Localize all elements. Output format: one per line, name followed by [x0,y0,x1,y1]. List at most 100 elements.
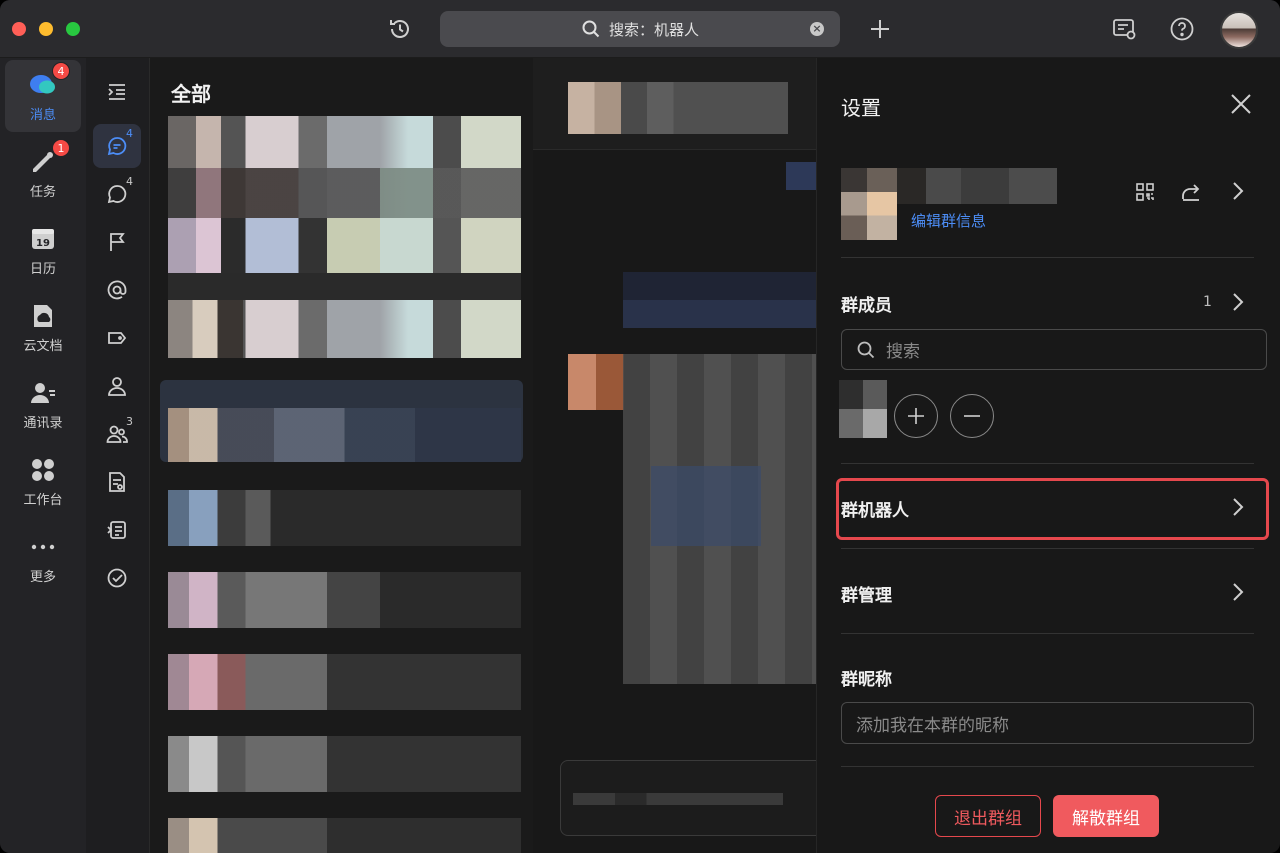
nav-label: 日历 [29,261,56,277]
group-avatar-detail [867,168,897,240]
group-bots-label[interactable]: 群机器人 [841,496,909,521]
nickname-placeholder: 添加我在本群的昵称 [856,715,1009,736]
composer-text [573,793,783,805]
edit-group-info-link[interactable]: 编辑群信息 [911,210,986,231]
notice-icon[interactable] [1110,15,1138,43]
chevron-right-icon[interactable] [1227,496,1249,518]
group-members-count: 1 [1203,294,1212,310]
plus-icon [908,408,924,424]
share-icon[interactable] [1179,180,1203,204]
clear-icon[interactable]: × [810,22,824,36]
dissolve-group-button[interactable]: 解散群组 [1053,795,1159,837]
chat-list-item[interactable] [168,654,521,710]
nav-item-tasks[interactable]: 1 任务 [5,137,81,209]
exit-group-button[interactable]: 退出群组 [935,795,1041,837]
search-icon [856,340,876,360]
group-settings-panel: 设置 编辑群信息 群成员 1 搜索 群机器人 群管理 群昵称 添加我在本群的昵称… [816,58,1280,853]
chat-list-item [168,408,521,462]
message-icon: 4 [28,61,70,100]
app-window: 搜索：机器人 × 4 消息 1 任务 19 日历 云文档 通讯录 工作台 更多 … [0,0,1280,853]
at-icon[interactable] [93,268,141,312]
topic-icon[interactable] [93,508,141,552]
plus-icon[interactable] [866,15,894,43]
search-query-text: 搜索：机器人 [608,20,699,39]
close-window-button[interactable] [12,22,26,36]
settings-title: 设置 [841,96,881,120]
unread-icon[interactable]: 4 [93,172,141,216]
chat-list-item[interactable] [168,572,521,628]
messages-badge: 4 [52,61,70,80]
nav-item-calendar[interactable]: 19 日历 [5,214,81,286]
expand-icon[interactable] [93,70,141,114]
member-avatar-detail [863,380,887,438]
nav-label: 通讯录 [23,415,63,431]
chat-list-item[interactable] [168,736,521,792]
nav-label: 云文档 [23,338,63,354]
chevron-right-icon[interactable] [1227,581,1249,603]
svg-text:19: 19 [36,238,50,249]
group-nickname-input[interactable]: 添加我在本群的昵称 [841,702,1254,744]
flag-icon[interactable] [93,220,141,264]
task-icon: 1 [28,138,70,177]
message-bubble [623,272,816,328]
close-icon[interactable] [1229,92,1253,116]
member-search-placeholder: 搜索 [886,342,920,362]
minus-icon [964,415,980,417]
maximize-window-button[interactable] [66,22,80,36]
chat-list-title: 全部 [171,82,211,106]
remove-member-button[interactable] [950,394,994,438]
message-image-detail [651,466,761,546]
divider [841,633,1254,634]
message-bubble [786,162,816,190]
nav-label: 消息 [29,107,56,123]
chevron-right-icon[interactable] [1227,291,1249,313]
filter-nav: 4 4 3 [86,58,150,853]
divider [841,257,1254,258]
group-members-label[interactable]: 群成员 [841,291,892,316]
qr-code-icon[interactable] [1133,180,1157,204]
more-icon [28,532,58,562]
sender-avatar [568,354,624,410]
cloud-doc-icon [28,301,58,331]
nav-label: 工作台 [23,492,63,508]
chat-list-item [168,168,521,218]
group-nickname-label: 群昵称 [841,670,892,690]
global-search-bar[interactable]: 搜索：机器人 × [440,11,840,47]
tag-icon[interactable] [93,316,141,360]
single-chat-icon[interactable] [93,364,141,408]
divider [841,766,1254,767]
chat-list-item [168,273,521,300]
chevron-right-icon[interactable] [1227,180,1249,202]
history-icon[interactable] [386,15,414,43]
done-icon[interactable] [93,556,141,600]
group-icon[interactable]: 3 [93,412,141,456]
divider [841,463,1254,464]
nav-item-more[interactable]: 更多 [5,522,81,594]
user-avatar[interactable] [1220,11,1258,49]
nav-item-contacts[interactable]: 通讯录 [5,368,81,440]
nav-item-messages[interactable]: 4 消息 [5,60,81,132]
chat-pane [533,58,830,853]
group-manage-label[interactable]: 群管理 [841,581,892,606]
nav-label: 更多 [29,569,56,585]
nav-item-cloud-docs[interactable]: 云文档 [5,291,81,363]
nav-item-workbench[interactable]: 工作台 [5,445,81,517]
chat-list-item[interactable] [168,490,521,546]
calendar-icon: 19 [28,224,58,254]
chat-list-item[interactable] [168,818,521,853]
chat-list: 全部 [150,58,533,853]
doc-icon[interactable] [93,460,141,504]
workbench-icon [28,455,58,485]
chat-icon[interactable]: 4 [93,124,141,168]
chat-list-item [168,300,243,358]
divider [841,548,1254,549]
minimize-window-button[interactable] [39,22,53,36]
help-icon[interactable] [1168,15,1196,43]
contacts-icon [28,378,58,408]
message-composer[interactable] [560,760,830,836]
add-member-button[interactable] [894,394,938,438]
group-name [897,168,1057,204]
nav-label: 任务 [29,184,56,200]
member-search-input[interactable]: 搜索 [841,329,1267,370]
primary-nav: 4 消息 1 任务 19 日历 云文档 通讯录 工作台 更多 [0,58,86,853]
